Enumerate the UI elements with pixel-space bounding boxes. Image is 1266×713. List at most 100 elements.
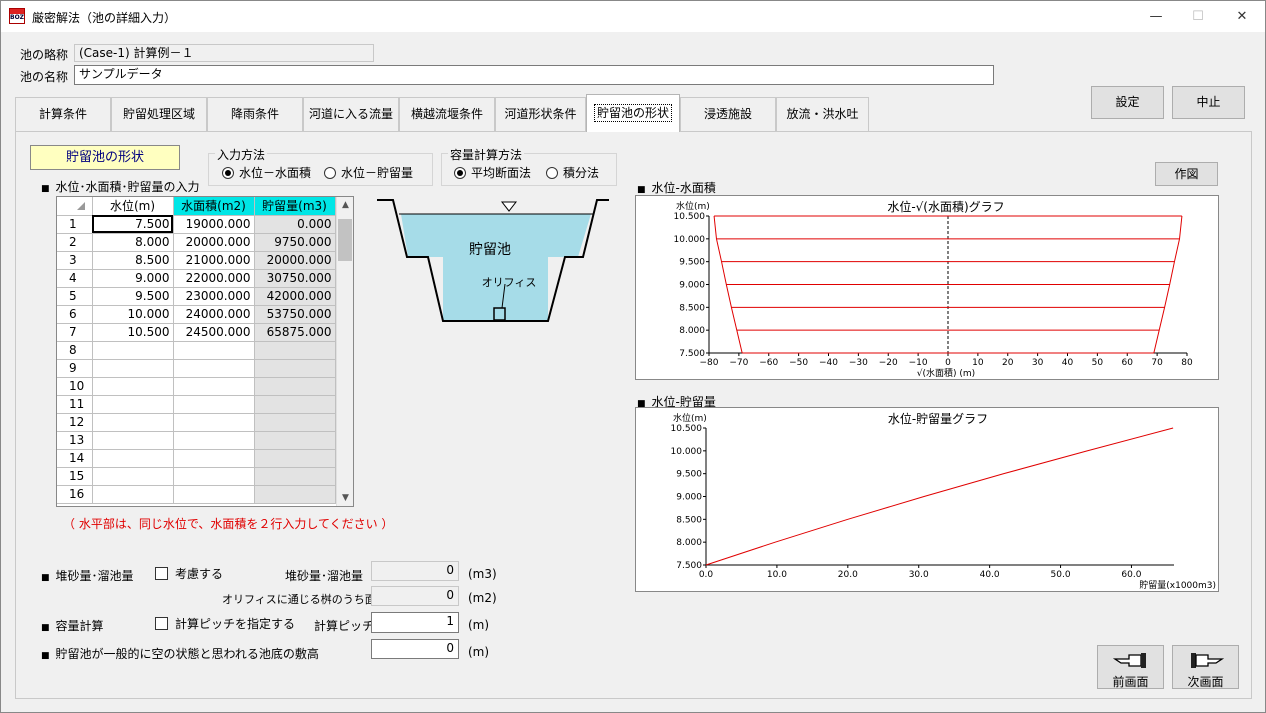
cell-volume[interactable]: 9750.000 <box>254 233 336 252</box>
tab-weir[interactable]: 横越流堰条件 <box>399 97 495 131</box>
radio-integral-label: 積分法 <box>563 166 600 180</box>
table-row[interactable]: 9 <box>57 359 336 378</box>
cell-area[interactable]: 22000.000 <box>173 269 255 288</box>
table-row[interactable]: 1 7.500 19000.000 0.000 <box>57 215 336 234</box>
cell-level[interactable] <box>92 467 174 486</box>
cell-volume[interactable] <box>254 431 336 450</box>
cancel-button[interactable]: 中止 <box>1172 86 1245 119</box>
tab-calc-conditions[interactable]: 計算条件 <box>15 97 111 131</box>
minimize-button[interactable]: — <box>1134 1 1178 32</box>
tab-discharge[interactable]: 放流・洪水吐 <box>776 97 869 131</box>
cell-level[interactable] <box>92 449 174 468</box>
table-row[interactable]: 11 <box>57 395 336 414</box>
cell-area[interactable]: 24000.000 <box>173 305 255 324</box>
cell-volume[interactable]: 0.000 <box>254 215 336 234</box>
table-row[interactable]: 2 8.000 20000.000 9750.000 <box>57 233 336 252</box>
radio-integral[interactable]: 積分法 <box>546 164 599 181</box>
tab-channel-shape[interactable]: 河道形状条件 <box>495 97 586 131</box>
data-grid[interactable]: 水位(m) 水面積(m2) 貯留量(m3) 1 7.500 19000.000 0.0… <box>56 196 354 507</box>
prev-screen-button[interactable]: 前画面 <box>1097 645 1164 689</box>
cell-area[interactable]: 19000.000 <box>173 215 255 234</box>
cell-level[interactable] <box>92 341 174 360</box>
cell-volume[interactable] <box>254 485 336 504</box>
table-row[interactable]: 3 8.500 21000.000 20000.000 <box>57 251 336 270</box>
table-row[interactable]: 7 10.500 24500.000 65875.000 <box>57 323 336 342</box>
table-row[interactable]: 6 10.000 24000.000 53750.000 <box>57 305 336 324</box>
table-row[interactable]: 8 <box>57 341 336 360</box>
cell-volume[interactable]: 30750.000 <box>254 269 336 288</box>
maximize-button[interactable]: ☐ <box>1176 1 1220 32</box>
scroll-down-icon[interactable]: ▼ <box>337 490 354 506</box>
cell-level[interactable] <box>92 431 174 450</box>
cell-area[interactable]: 23000.000 <box>173 287 255 306</box>
cell-area[interactable] <box>173 413 255 432</box>
cell-volume[interactable]: 53750.000 <box>254 305 336 324</box>
cell-level[interactable]: 9.500 <box>92 287 174 306</box>
title-bar: BOZ 厳密解法（池の詳細入力） — ☐ ✕ <box>1 1 1265 32</box>
draw-button[interactable]: 作図 <box>1155 162 1218 186</box>
cell-area[interactable] <box>173 449 255 468</box>
table-section-title: ■ 水位･水面積･貯留量の入力 <box>41 180 200 194</box>
cell-level[interactable] <box>92 359 174 378</box>
table-row[interactable]: 13 <box>57 431 336 450</box>
pitch-checkbox[interactable]: 計算ピッチを指定する <box>155 615 295 632</box>
tab-rainfall[interactable]: 降雨条件 <box>207 97 303 131</box>
sediment-checkbox[interactable]: 考慮する <box>155 565 223 582</box>
pitch-field[interactable]: 1 <box>371 612 459 633</box>
cell-level[interactable] <box>92 485 174 504</box>
table-row[interactable]: 16 <box>57 485 336 504</box>
orifice-area-label: オリフィスに通じる桝のうち面積 <box>222 593 387 606</box>
scroll-up-icon[interactable]: ▲ <box>337 197 354 213</box>
cell-volume[interactable]: 20000.000 <box>254 251 336 270</box>
table-row[interactable]: 14 <box>57 449 336 468</box>
cell-area[interactable] <box>173 359 255 378</box>
settings-button[interactable]: 設定 <box>1091 86 1164 119</box>
cell-volume[interactable] <box>254 449 336 468</box>
name-field[interactable]: サンプルデータ <box>74 65 994 85</box>
cell-level[interactable]: 8.000 <box>92 233 174 252</box>
cell-area[interactable] <box>173 341 255 360</box>
cell-area[interactable] <box>173 431 255 450</box>
cell-area[interactable]: 24500.000 <box>173 323 255 342</box>
table-row[interactable]: 10 <box>57 377 336 396</box>
cell-volume[interactable] <box>254 395 336 414</box>
cell-volume[interactable] <box>254 377 336 396</box>
radio-volume[interactable]: 水位－貯留量 <box>324 164 413 181</box>
cell-level[interactable]: 10.500 <box>92 323 174 342</box>
cell-level[interactable] <box>92 395 174 414</box>
cell-volume[interactable]: 42000.000 <box>254 287 336 306</box>
cell-volume[interactable]: 65875.000 <box>254 323 336 342</box>
table-row[interactable]: 5 9.500 23000.000 42000.000 <box>57 287 336 306</box>
cell-volume[interactable] <box>254 359 336 378</box>
cell-area[interactable] <box>173 467 255 486</box>
cell-volume[interactable] <box>254 341 336 360</box>
cell-level[interactable] <box>92 413 174 432</box>
close-button[interactable]: ✕ <box>1220 1 1264 32</box>
cell-area[interactable] <box>173 377 255 396</box>
table-row[interactable]: 12 <box>57 413 336 432</box>
radio-average-section[interactable]: 平均断面法 <box>454 164 531 181</box>
cell-level[interactable]: 10.000 <box>92 305 174 324</box>
cell-level[interactable]: 8.500 <box>92 251 174 270</box>
cell-volume[interactable] <box>254 413 336 432</box>
cell-level[interactable]: 7.500 <box>92 215 174 234</box>
cell-area[interactable] <box>173 485 255 504</box>
table-row[interactable]: 15 <box>57 467 336 486</box>
tab-inflow[interactable]: 河道に入る流量 <box>303 97 399 131</box>
tab-pond-shape[interactable]: 貯留池の形状 <box>586 94 680 132</box>
cell-area[interactable]: 21000.000 <box>173 251 255 270</box>
tab-infiltration[interactable]: 浸透施設 <box>680 97 776 131</box>
cell-level[interactable] <box>92 377 174 396</box>
scroll-thumb[interactable] <box>338 219 352 261</box>
cell-level[interactable]: 9.000 <box>92 269 174 288</box>
table-row[interactable]: 4 9.000 22000.000 30750.000 <box>57 269 336 288</box>
grid-scrollbar[interactable]: ▲ ▼ <box>336 197 353 506</box>
next-screen-button[interactable]: 次画面 <box>1172 645 1239 689</box>
cell-area[interactable]: 20000.000 <box>173 233 255 252</box>
bottom-elev-field[interactable]: 0 <box>371 639 459 659</box>
radio-area[interactable]: 水位－水面積 <box>222 164 311 181</box>
cell-volume[interactable] <box>254 467 336 486</box>
tab-storage-area[interactable]: 貯留処理区域 <box>111 97 207 131</box>
grid-table: 水位(m) 水面積(m2) 貯留量(m3) 1 7.500 19000.000 0.0… <box>57 197 336 504</box>
cell-area[interactable] <box>173 395 255 414</box>
